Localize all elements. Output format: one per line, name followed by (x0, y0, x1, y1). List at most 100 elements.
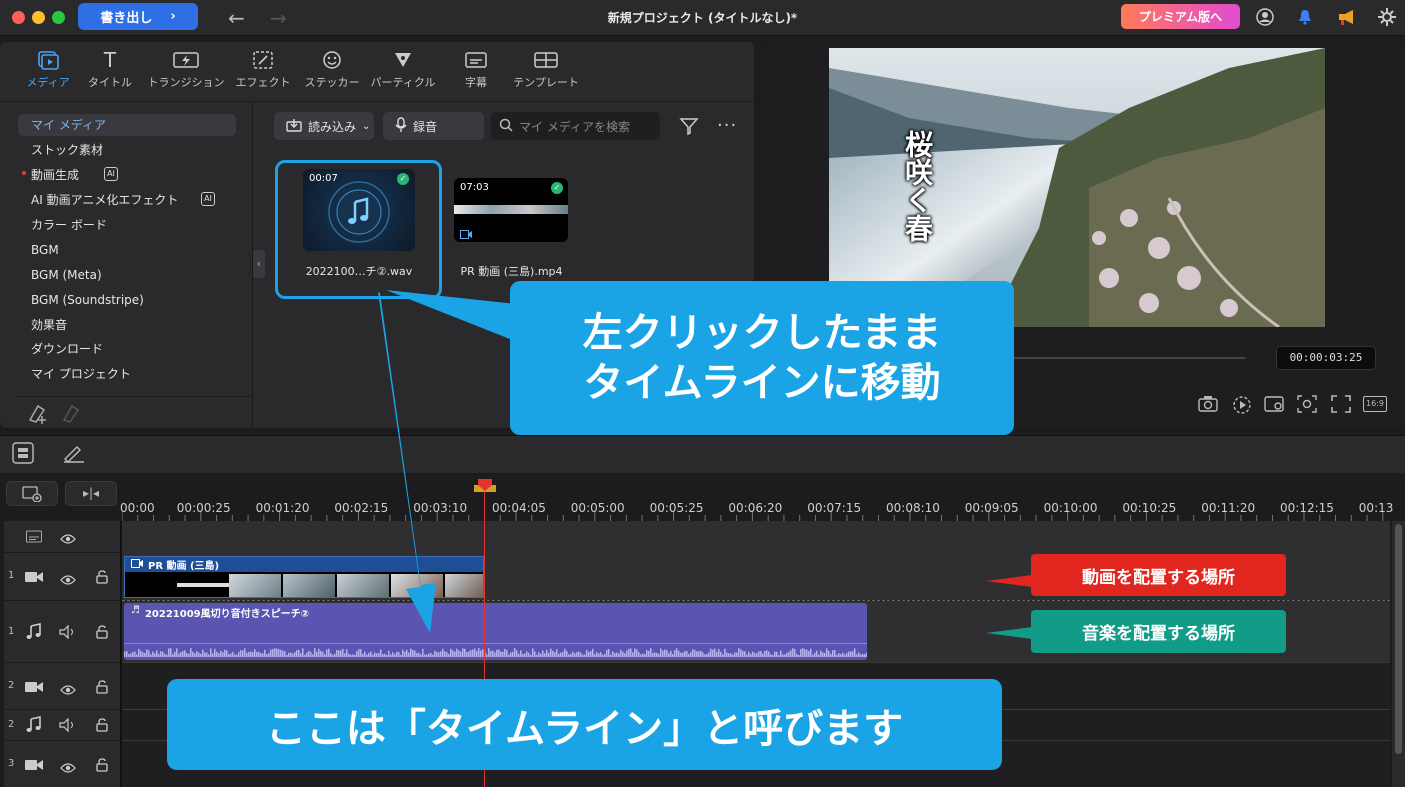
import-button[interactable]: 読み込み ⌄ (274, 112, 374, 140)
preview-progress-track[interactable] (1009, 357, 1245, 359)
tab-sticker[interactable]: ステッカー (292, 50, 372, 94)
video-frame (391, 574, 443, 597)
add-track-button[interactable] (6, 481, 58, 506)
sidebar-item-bgm-soundstripe[interactable]: BGM (Soundstripe) (18, 289, 236, 311)
tab-effect[interactable]: エフェクト (223, 50, 303, 94)
visibility-eye-icon[interactable] (60, 571, 76, 590)
ruler-tick-label: 00:07:15 (807, 501, 862, 515)
playhead-handle[interactable] (474, 478, 496, 492)
sidebar-item-sound-effects[interactable]: 効果音 (18, 314, 236, 336)
waveform-bar (642, 653, 644, 657)
lock-icon[interactable] (96, 624, 108, 643)
waveform-bar (590, 651, 592, 657)
waveform-bar (324, 654, 326, 657)
speaker-volume-icon[interactable] (59, 717, 77, 736)
waveform-bar (160, 651, 162, 657)
collapse-sidebar-button[interactable]: ‹ (253, 250, 265, 278)
speaker-volume-icon[interactable] (59, 624, 77, 643)
waveform-bar (244, 648, 246, 657)
sidebar-item-my-media[interactable]: マイ メディア (18, 114, 236, 136)
visibility-eye-icon[interactable] (60, 530, 76, 549)
sidebar-item-bgm-meta[interactable]: BGM (Meta) (18, 264, 236, 286)
waveform-bar (226, 650, 228, 657)
waveform-bar (566, 651, 568, 657)
waveform-bar (656, 652, 658, 657)
minimize-window-button[interactable] (32, 11, 45, 24)
visibility-eye-icon[interactable] (60, 759, 76, 778)
sidebar-item-color-board[interactable]: カラー ボード (18, 214, 236, 236)
visibility-eye-icon[interactable] (60, 681, 76, 700)
waveform-bar (134, 651, 136, 657)
account-icon[interactable] (1255, 7, 1275, 27)
waveform-bar (286, 654, 288, 657)
waveform-bar (310, 651, 312, 657)
tab-title-label: タイトル (88, 76, 132, 89)
waveform-bar (454, 651, 456, 657)
lock-icon[interactable] (96, 679, 108, 698)
settings-gear-icon[interactable] (1377, 7, 1397, 27)
undo-icon[interactable]: ← (228, 6, 245, 30)
record-button[interactable]: 録音 (383, 112, 484, 140)
sticker-icon (322, 50, 342, 70)
media-search-input[interactable]: マイ メディアを検索 (491, 112, 660, 140)
redo-icon[interactable]: → (270, 6, 287, 30)
premium-button[interactable]: プレミアム版へ (1121, 4, 1240, 29)
playback-speed-icon[interactable] (1232, 395, 1252, 419)
waveform-bar (384, 653, 386, 657)
waveform-bar (760, 651, 762, 657)
timeline-layout-icon[interactable] (12, 442, 34, 468)
waveform-bar (606, 649, 608, 657)
import-label: 読み込み (308, 119, 357, 134)
megaphone-icon[interactable] (1337, 7, 1357, 27)
waveform-bar (192, 651, 194, 657)
waveform-bar (198, 652, 200, 657)
video-clip[interactable]: PR 動画 (三島) (124, 556, 484, 598)
waveform-bar (542, 650, 544, 657)
tab-template[interactable]: テンプレート (506, 50, 586, 94)
sidebar-item-bgm[interactable]: BGM (18, 239, 236, 261)
zoom-fit-icon[interactable] (1297, 395, 1317, 417)
tab-subtitle[interactable]: 字幕 (436, 50, 516, 94)
fit-timeline-button[interactable]: ▸|◂ (65, 481, 117, 506)
waveform-bar (766, 650, 768, 657)
waveform-bar (452, 650, 454, 657)
timeline-scrollbar-thumb[interactable] (1395, 524, 1402, 754)
close-window-button[interactable] (12, 11, 25, 24)
snapshot-camera-icon[interactable] (1198, 395, 1218, 417)
add-folder-icon[interactable] (26, 402, 50, 428)
waveform-bar (526, 651, 528, 657)
pen-edit-icon[interactable] (62, 443, 86, 467)
audio-media-thumbnail[interactable]: 00:07 ✓ (303, 169, 415, 251)
filter-icon[interactable] (679, 116, 699, 140)
waveform-bar (206, 652, 208, 657)
waveform-bar (458, 650, 460, 657)
subtitle-track-area[interactable] (122, 521, 1390, 553)
tab-transition[interactable]: トランジション (146, 50, 226, 94)
sidebar-item-video-generation[interactable]: 動画生成 AI (18, 164, 236, 186)
fullscreen-icon[interactable] (1331, 395, 1351, 417)
export-button[interactable]: 書き出し › (78, 3, 198, 30)
audio-clip[interactable]: ♬ 20221009風切り音付きスピーチ② (124, 603, 867, 660)
aspect-ratio-button[interactable]: 16:9 (1363, 396, 1387, 412)
render-preview-icon[interactable] (1264, 395, 1284, 417)
tab-particle[interactable]: パーティクル (363, 50, 443, 94)
waveform-bar (472, 649, 474, 657)
lock-icon[interactable] (96, 757, 108, 776)
video-media-thumbnail[interactable]: 07:03 ✓ (454, 178, 568, 242)
timeline-ruler[interactable]: 00:00 00:00:25 00:01:20 00:02:15 00:03:10 00:… (120, 478, 1393, 522)
waveform-bar (716, 651, 718, 657)
remove-folder-icon[interactable] (60, 402, 84, 428)
sidebar-item-download[interactable]: ダウンロード (18, 338, 236, 360)
lock-icon[interactable] (96, 717, 108, 736)
waveform-bar (804, 649, 806, 657)
video-media-name: PR 動画 (三島).mp4 (460, 265, 563, 278)
zoom-window-button[interactable] (52, 11, 65, 24)
sidebar-item-my-project[interactable]: マイ プロジェクト (18, 363, 236, 385)
notification-bell-icon[interactable] (1295, 7, 1315, 27)
more-options-icon[interactable]: ··· (717, 115, 737, 136)
tab-title[interactable]: T タイトル (70, 48, 150, 94)
waveform-bar (480, 650, 482, 657)
sidebar-item-stock[interactable]: ストック素材 (18, 139, 236, 161)
sidebar-item-ai-anime-effect[interactable]: AI 動画アニメ化エフェクト AI (18, 189, 236, 211)
lock-icon[interactable] (96, 569, 108, 588)
